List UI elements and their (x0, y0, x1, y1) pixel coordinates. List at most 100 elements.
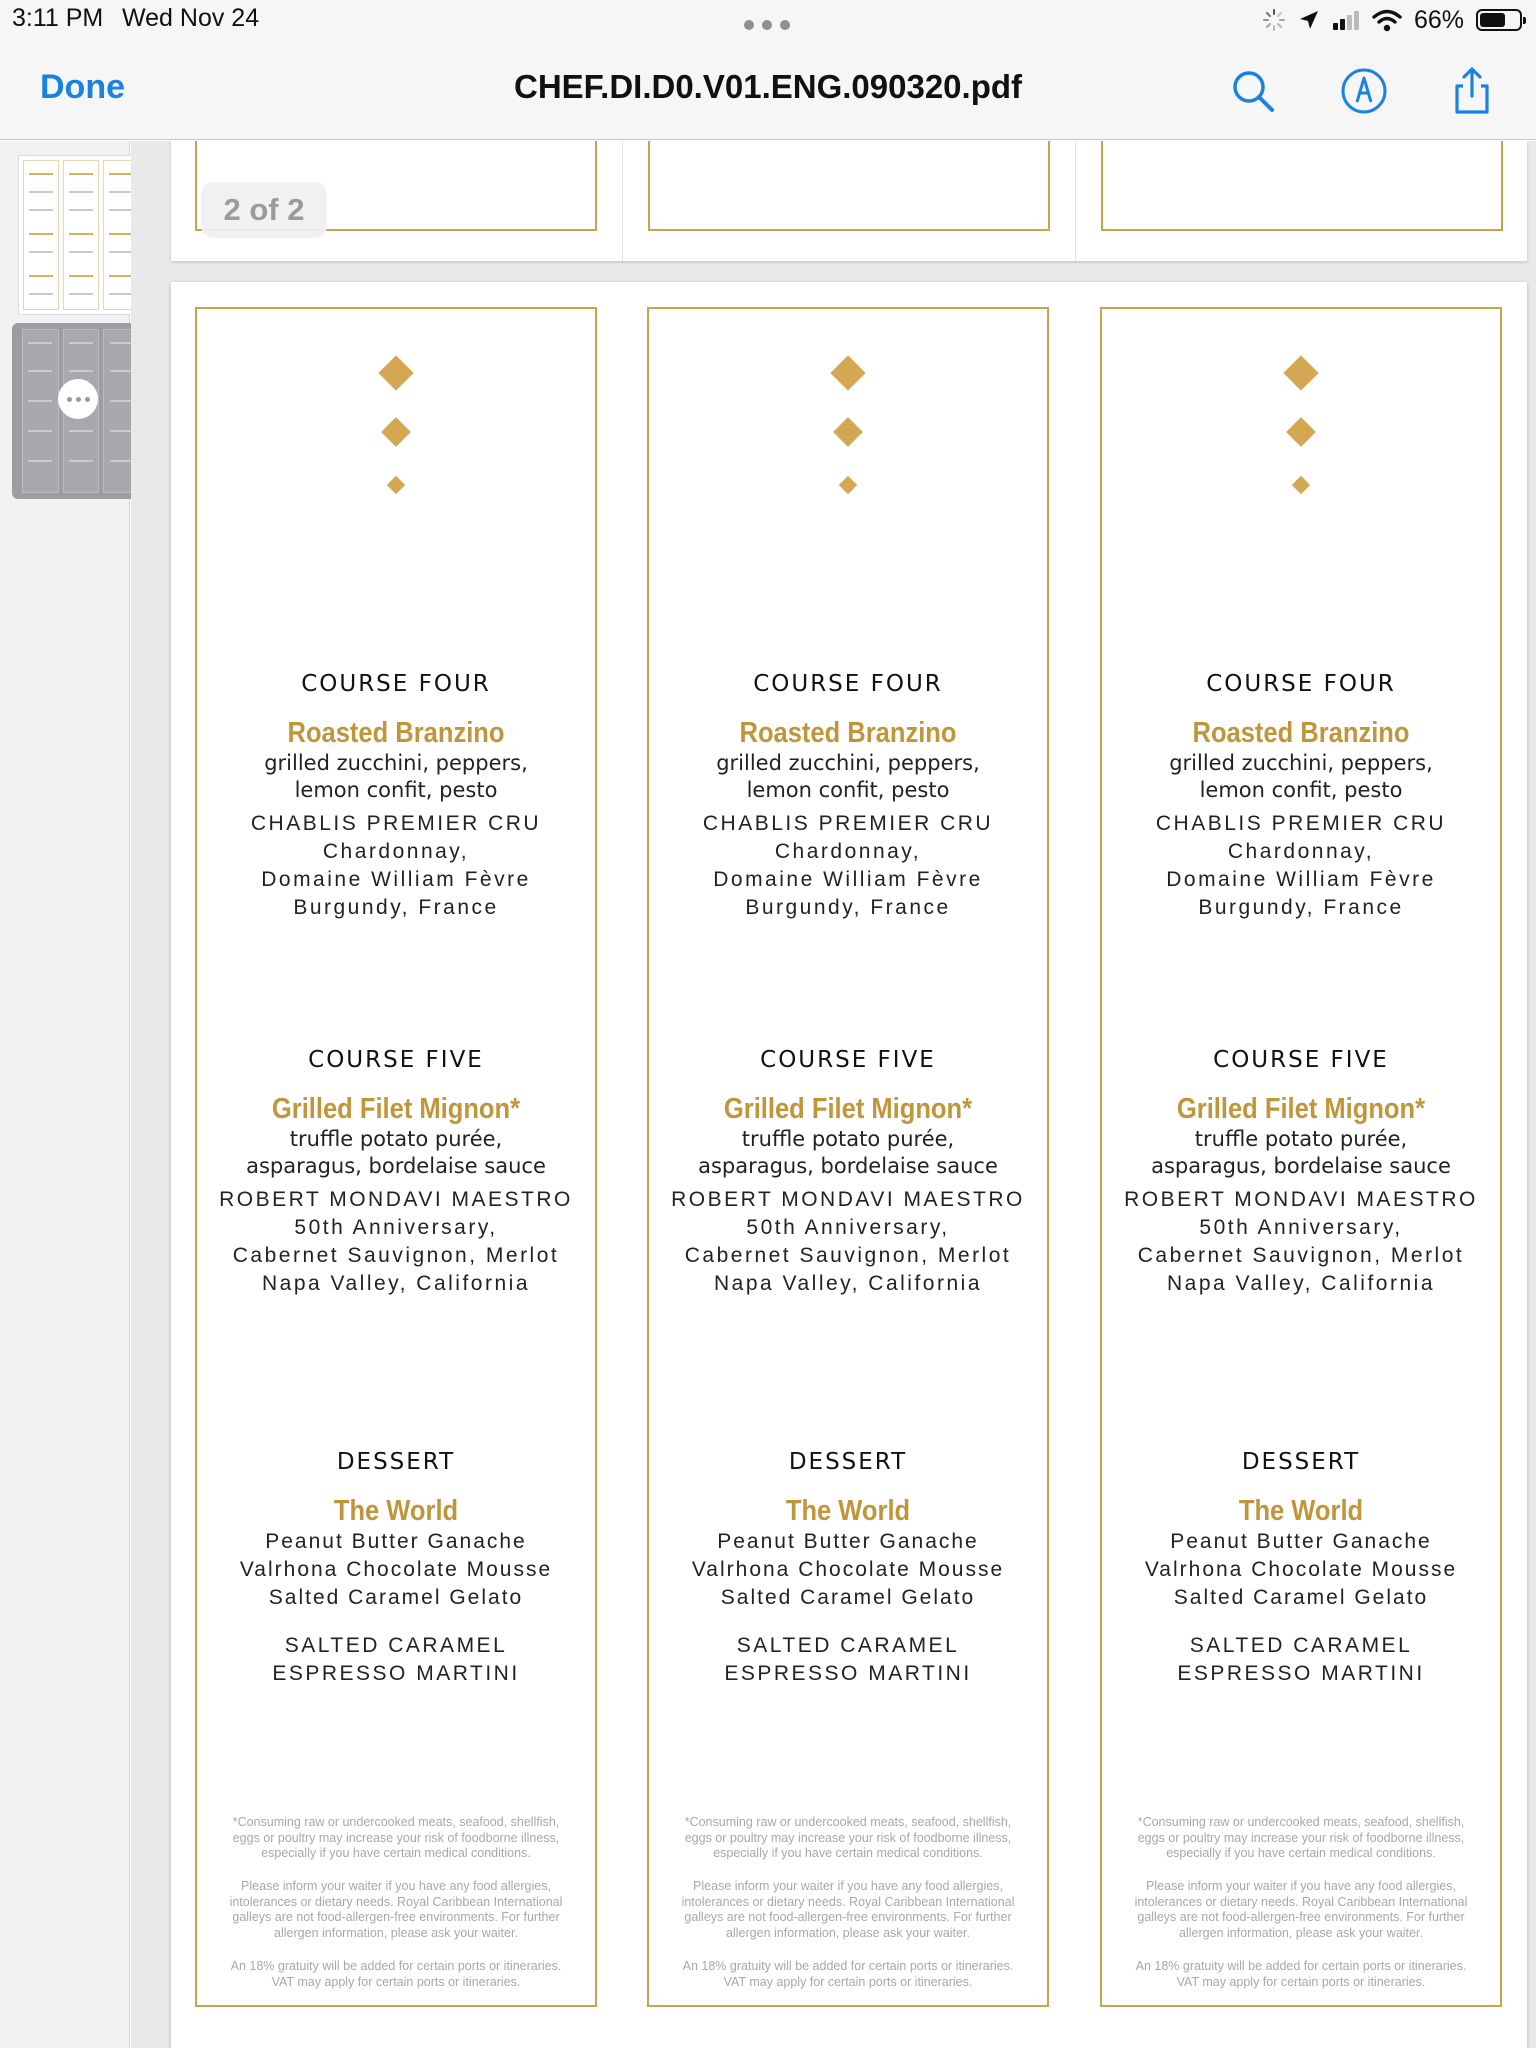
wine-pairing: Cabernet Sauvignon, Merlot (232, 1244, 560, 1267)
diamond-ornament-icon (1286, 417, 1316, 447)
drink-pairing: ESPRESSO MARTINI (272, 1662, 520, 1685)
wine-pairing: Cabernet Sauvignon, Merlot (1137, 1244, 1465, 1267)
dish-description: grilled zucchini, peppers, (716, 751, 980, 775)
wine-pairing: 50th Anniversary, (1199, 1216, 1403, 1239)
wine-pairing: Burgundy, France (293, 896, 499, 919)
battery-percent: 66% (1413, 5, 1464, 34)
dish-description: asparagus, bordelaise sauce (246, 1154, 546, 1178)
dish-description: grilled zucchini, peppers, (1169, 751, 1433, 775)
multitasking-handle[interactable] (744, 20, 790, 30)
search-icon[interactable] (1228, 66, 1278, 116)
dessert-component: Peanut Butter Ganache (265, 1530, 527, 1553)
dish-description: lemon confit, pesto (294, 778, 498, 802)
wine-pairing: Chardonnay, (1227, 840, 1375, 863)
wine-pairing: Chardonnay, (774, 840, 922, 863)
status-date: Wed Nov 24 (122, 4, 260, 32)
dish-description: asparagus, bordelaise sauce (698, 1154, 998, 1178)
dessert-section: DESSERT The World Peanut Butter Ganache … (649, 1449, 1047, 1688)
allergen-disclaimer: Please inform your waiter if you have an… (213, 1879, 579, 1941)
disclaimer-line: intolerances or dietary needs. Royal Car… (681, 1894, 1015, 1909)
dessert-component: Peanut Butter Ganache (1170, 1530, 1432, 1553)
thumbnail-more-icon[interactable] (58, 379, 98, 419)
diamond-ornament-icon (833, 417, 863, 447)
dessert-section: DESSERT The World Peanut Butter Ganache … (197, 1449, 595, 1688)
disclaimer-line: An 18% gratuity will be added for certai… (230, 1959, 562, 1973)
page-indicator: 2 of 2 (201, 182, 327, 238)
dish-name: The World (785, 1495, 911, 1527)
wine-pairing: Cabernet Sauvignon, Merlot (684, 1244, 1012, 1267)
gratuity-disclaimer: An 18% gratuity will be added for certai… (1118, 1959, 1484, 1990)
disclaimer-line: galleys are not food-allergen-free envir… (684, 1910, 1012, 1924)
wine-pairing: Burgundy, France (745, 896, 951, 919)
course-four-section: COURSE FOUR Roasted Branzino grilled zuc… (1102, 671, 1500, 922)
dessert-component: Valrhona Chocolate Mousse (1144, 1558, 1458, 1581)
dish-name: The World (1238, 1495, 1364, 1527)
gratuity-disclaimer: An 18% gratuity will be added for certai… (213, 1959, 579, 1990)
wine-pairing: Burgundy, France (1198, 896, 1404, 919)
dish-name: Roasted Branzino (739, 717, 957, 749)
allergen-disclaimer: Please inform your waiter if you have an… (1118, 1879, 1484, 1941)
disclaimer-line: intolerances or dietary needs. Royal Car… (229, 1894, 563, 1909)
wine-pairing: Domaine William Fèvre (261, 868, 531, 891)
disclaimer-line: galleys are not food-allergen-free envir… (232, 1910, 560, 1924)
dessert-component: Valrhona Chocolate Mousse (691, 1558, 1005, 1581)
page-thumbnail-1[interactable] (18, 155, 144, 315)
done-button[interactable]: Done (40, 68, 125, 107)
gratuity-disclaimer: An 18% gratuity will be added for certai… (665, 1959, 1031, 1990)
disclaimer-line: eggs or poultry may increase your risk o… (1137, 1830, 1465, 1845)
markup-icon[interactable] (1339, 66, 1389, 116)
diamond-ornament-icon (378, 355, 414, 391)
dish-name: Roasted Branzino (287, 717, 505, 749)
disclaimer-line: An 18% gratuity will be added for certai… (1135, 1959, 1467, 1973)
wine-pairing: ROBERT MONDAVI MAESTRO (671, 1188, 1025, 1211)
dish-description: lemon confit, pesto (1199, 778, 1403, 802)
raw-food-disclaimer: *Consuming raw or undercooked meats, sea… (665, 1815, 1031, 1862)
dish-description: lemon confit, pesto (746, 778, 950, 802)
status-bar: 3:11 PM Wed Nov 24 66% (0, 0, 1536, 40)
share-icon[interactable] (1447, 66, 1497, 116)
dish-name: Roasted Branzino (1192, 717, 1410, 749)
thumbnail-sidebar[interactable] (0, 141, 150, 2048)
disclaimer-line: especially if you have certain medical c… (713, 1846, 983, 1860)
wine-pairing: 50th Anniversary, (294, 1216, 498, 1239)
disclaimer-line: *Consuming raw or undercooked meats, sea… (1137, 1815, 1465, 1829)
diamond-ornament-icon (386, 475, 406, 495)
course-five-section: COURSE FIVE Grilled Filet Mignon* truffl… (197, 1047, 595, 1298)
location-arrow-icon (1299, 11, 1318, 29)
diamond-ornament-icon (838, 475, 858, 495)
dessert-component: Salted Caramel Gelato (268, 1586, 524, 1609)
wine-pairing: 50th Anniversary, (746, 1216, 950, 1239)
disclaimer-line: eggs or poultry may increase your risk o… (232, 1830, 560, 1845)
wine-pairing: Chardonnay, (322, 840, 470, 863)
dish-name: Grilled Filet Mignon* (1176, 1093, 1426, 1125)
drink-pairing: SALTED CARAMEL (284, 1634, 508, 1657)
wine-pairing: Domaine William Fèvre (1166, 868, 1436, 891)
course-four-section: COURSE FOUR Roasted Branzino grilled zuc… (197, 671, 595, 922)
dish-description: truffle potato purée, (1194, 1127, 1408, 1151)
menu-card: COURSE FOUR Roasted Branzino grilled zuc… (1100, 307, 1502, 2007)
dessert-component: Peanut Butter Ganache (717, 1530, 979, 1553)
dish-description: truffle potato purée, (741, 1127, 955, 1151)
disclaimer-line: VAT may apply for certain ports or itine… (271, 1974, 521, 1989)
dish-name: Grilled Filet Mignon* (723, 1093, 973, 1125)
page-thumbnail-2-selected[interactable] (12, 323, 150, 499)
diamond-ornament-icon (830, 355, 866, 391)
drink-pairing: ESPRESSO MARTINI (724, 1662, 972, 1685)
disclaimer-line: allergen information, please ask your wa… (1179, 1925, 1423, 1940)
course-heading: COURSE FIVE (308, 1047, 484, 1073)
dish-description: truffle potato purée, (289, 1127, 503, 1151)
disclaimer-line: Please inform your waiter if you have an… (693, 1879, 1003, 1893)
dish-name: The World (333, 1495, 459, 1527)
disclaimer-line: *Consuming raw or undercooked meats, sea… (684, 1815, 1012, 1829)
wine-pairing: CHABLIS PREMIER CRU (250, 812, 542, 835)
course-five-section: COURSE FIVE Grilled Filet Mignon* truffl… (1102, 1047, 1500, 1298)
disclaimer-line: especially if you have certain medical c… (1166, 1846, 1436, 1860)
course-heading: DESSERT (788, 1449, 908, 1475)
raw-food-disclaimer: *Consuming raw or undercooked meats, sea… (1118, 1815, 1484, 1862)
wifi-icon (1372, 9, 1402, 32)
wine-pairing: Napa Valley, California (714, 1272, 982, 1295)
dessert-component: Salted Caramel Gelato (1173, 1586, 1429, 1609)
disclaimer-line: An 18% gratuity will be added for certai… (682, 1959, 1014, 1973)
dish-description: grilled zucchini, peppers, (264, 751, 528, 775)
wine-pairing: ROBERT MONDAVI MAESTRO (1124, 1188, 1478, 1211)
